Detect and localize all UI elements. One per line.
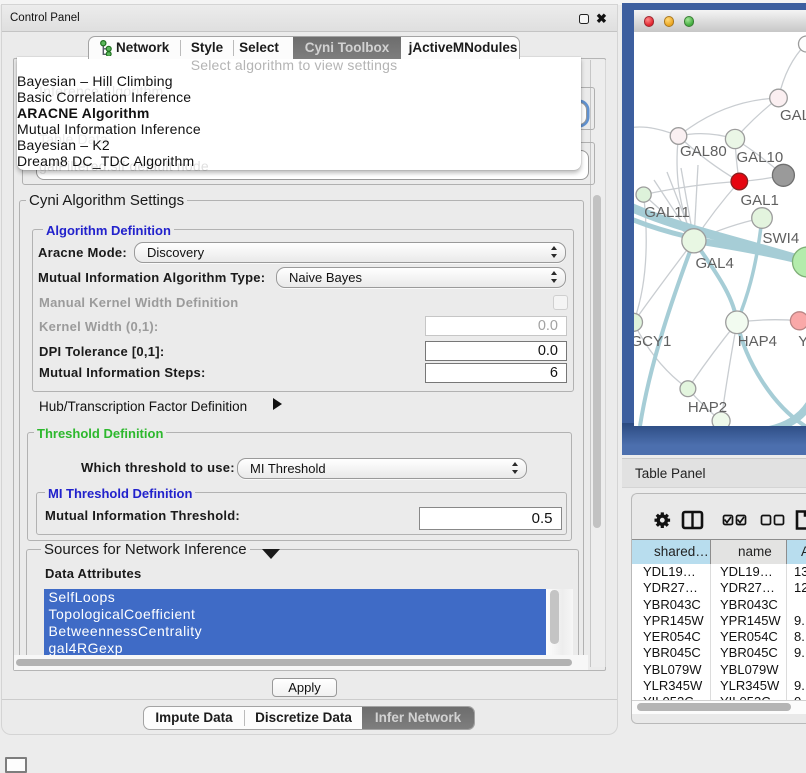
svg-text:GAL11: GAL11 [644,204,690,221]
svg-text:SWI4: SWI4 [762,230,799,247]
svg-text:HAP2: HAP2 [687,399,726,416]
svg-text:GAL1: GAL1 [740,192,778,209]
svg-text:GAL80: GAL80 [680,143,727,160]
svg-text:GAL10: GAL10 [736,149,783,166]
svg-text:GAL4: GAL4 [695,255,733,272]
svg-text:Y: Y [798,333,806,350]
svg-text:GAL: GAL [780,107,806,124]
svg-text:GCY1: GCY1 [634,333,671,350]
svg-text:HAP4: HAP4 [737,333,776,350]
